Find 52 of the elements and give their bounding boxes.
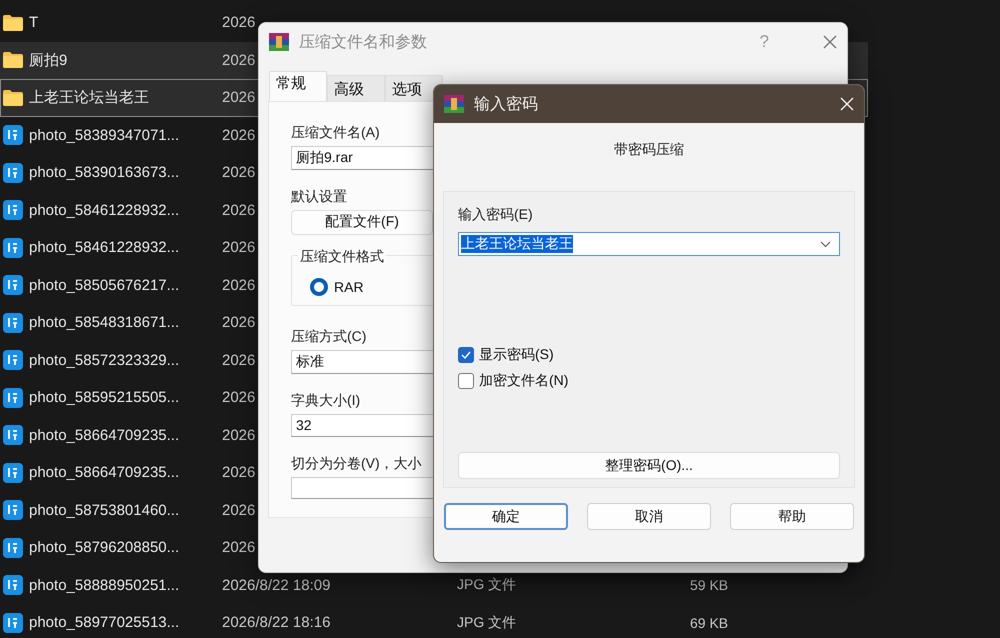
dialog-title: 输入密码 (474, 94, 539, 114)
file-type: JPG 文件 (457, 576, 516, 594)
file-name: photo_58595215505... (29, 389, 180, 406)
field-label: 切分为分卷(V)，大小 (291, 454, 422, 473)
file-date: 2026 (222, 502, 256, 519)
file-name: photo_58796208850... (29, 539, 180, 556)
group-label: 压缩文件格式 (298, 248, 386, 266)
file-name: photo_58461228932... (29, 202, 180, 219)
file-date: 2026 (222, 426, 256, 444)
file-date: 2026 (222, 464, 256, 482)
field-label: 默认设置 (291, 188, 347, 206)
file-date: 2026 (222, 164, 256, 182)
file-date: 2026 (222, 276, 256, 294)
file-date: 2026 (222, 314, 256, 332)
file-name: 上老王论坛当老王 (29, 88, 149, 108)
file-name: photo_58505676217... (29, 276, 180, 294)
field-label: 字典大小(I) (291, 392, 360, 410)
radio-label: RAR (334, 278, 364, 295)
file-date: 2026 (222, 539, 256, 556)
file-name: photo_58888950251... (29, 576, 180, 594)
file-name: photo_58753801460... (29, 502, 180, 519)
checkbox-label: 加密文件名(N) (479, 372, 568, 390)
dialog-subtitle: 带密码压缩 (614, 141, 684, 157)
checkbox-label: 显示密码(S) (479, 346, 554, 364)
field-label: 输入密码(E) (458, 206, 533, 224)
file-date: 2026/8/22 18:09 (222, 576, 330, 594)
file-name: photo_58548318671... (29, 314, 180, 332)
file-name: photo_58664709235... (29, 464, 180, 482)
file-date: 2026 (222, 389, 256, 406)
file-date: 2026 (222, 126, 256, 144)
file-size: 69 KB (690, 614, 728, 631)
file-name: photo_58664709235... (29, 426, 180, 444)
file-date: 2026 (222, 239, 256, 256)
file-name: T (29, 14, 38, 32)
file-date: 2026 (222, 202, 256, 219)
file-date: 2026 (222, 14, 256, 32)
field-label: 压缩文件名(A) (291, 124, 380, 142)
dialog-title: 压缩文件名和参数 (299, 32, 428, 52)
file-name: 厕拍9 (29, 50, 68, 70)
file-name: photo_58461228932... (29, 239, 180, 256)
file-size: 59 KB (690, 577, 728, 594)
file-name: photo_58390163673... (29, 164, 180, 182)
file-name: photo_58977025513... (29, 614, 180, 632)
file-date: 2026/8/22 18:16 (222, 614, 330, 632)
file-name: photo_58572323329... (29, 352, 180, 369)
file-date: 2026 (222, 52, 256, 69)
file-name: photo_58389347071... (29, 126, 180, 144)
file-type: JPG 文件 (457, 614, 516, 632)
file-date: 2026 (222, 352, 256, 369)
selected-text: 上老王论坛当老王 (461, 235, 573, 253)
file-date: 2026 (222, 89, 256, 106)
field-label: 压缩方式(C) (291, 328, 366, 346)
